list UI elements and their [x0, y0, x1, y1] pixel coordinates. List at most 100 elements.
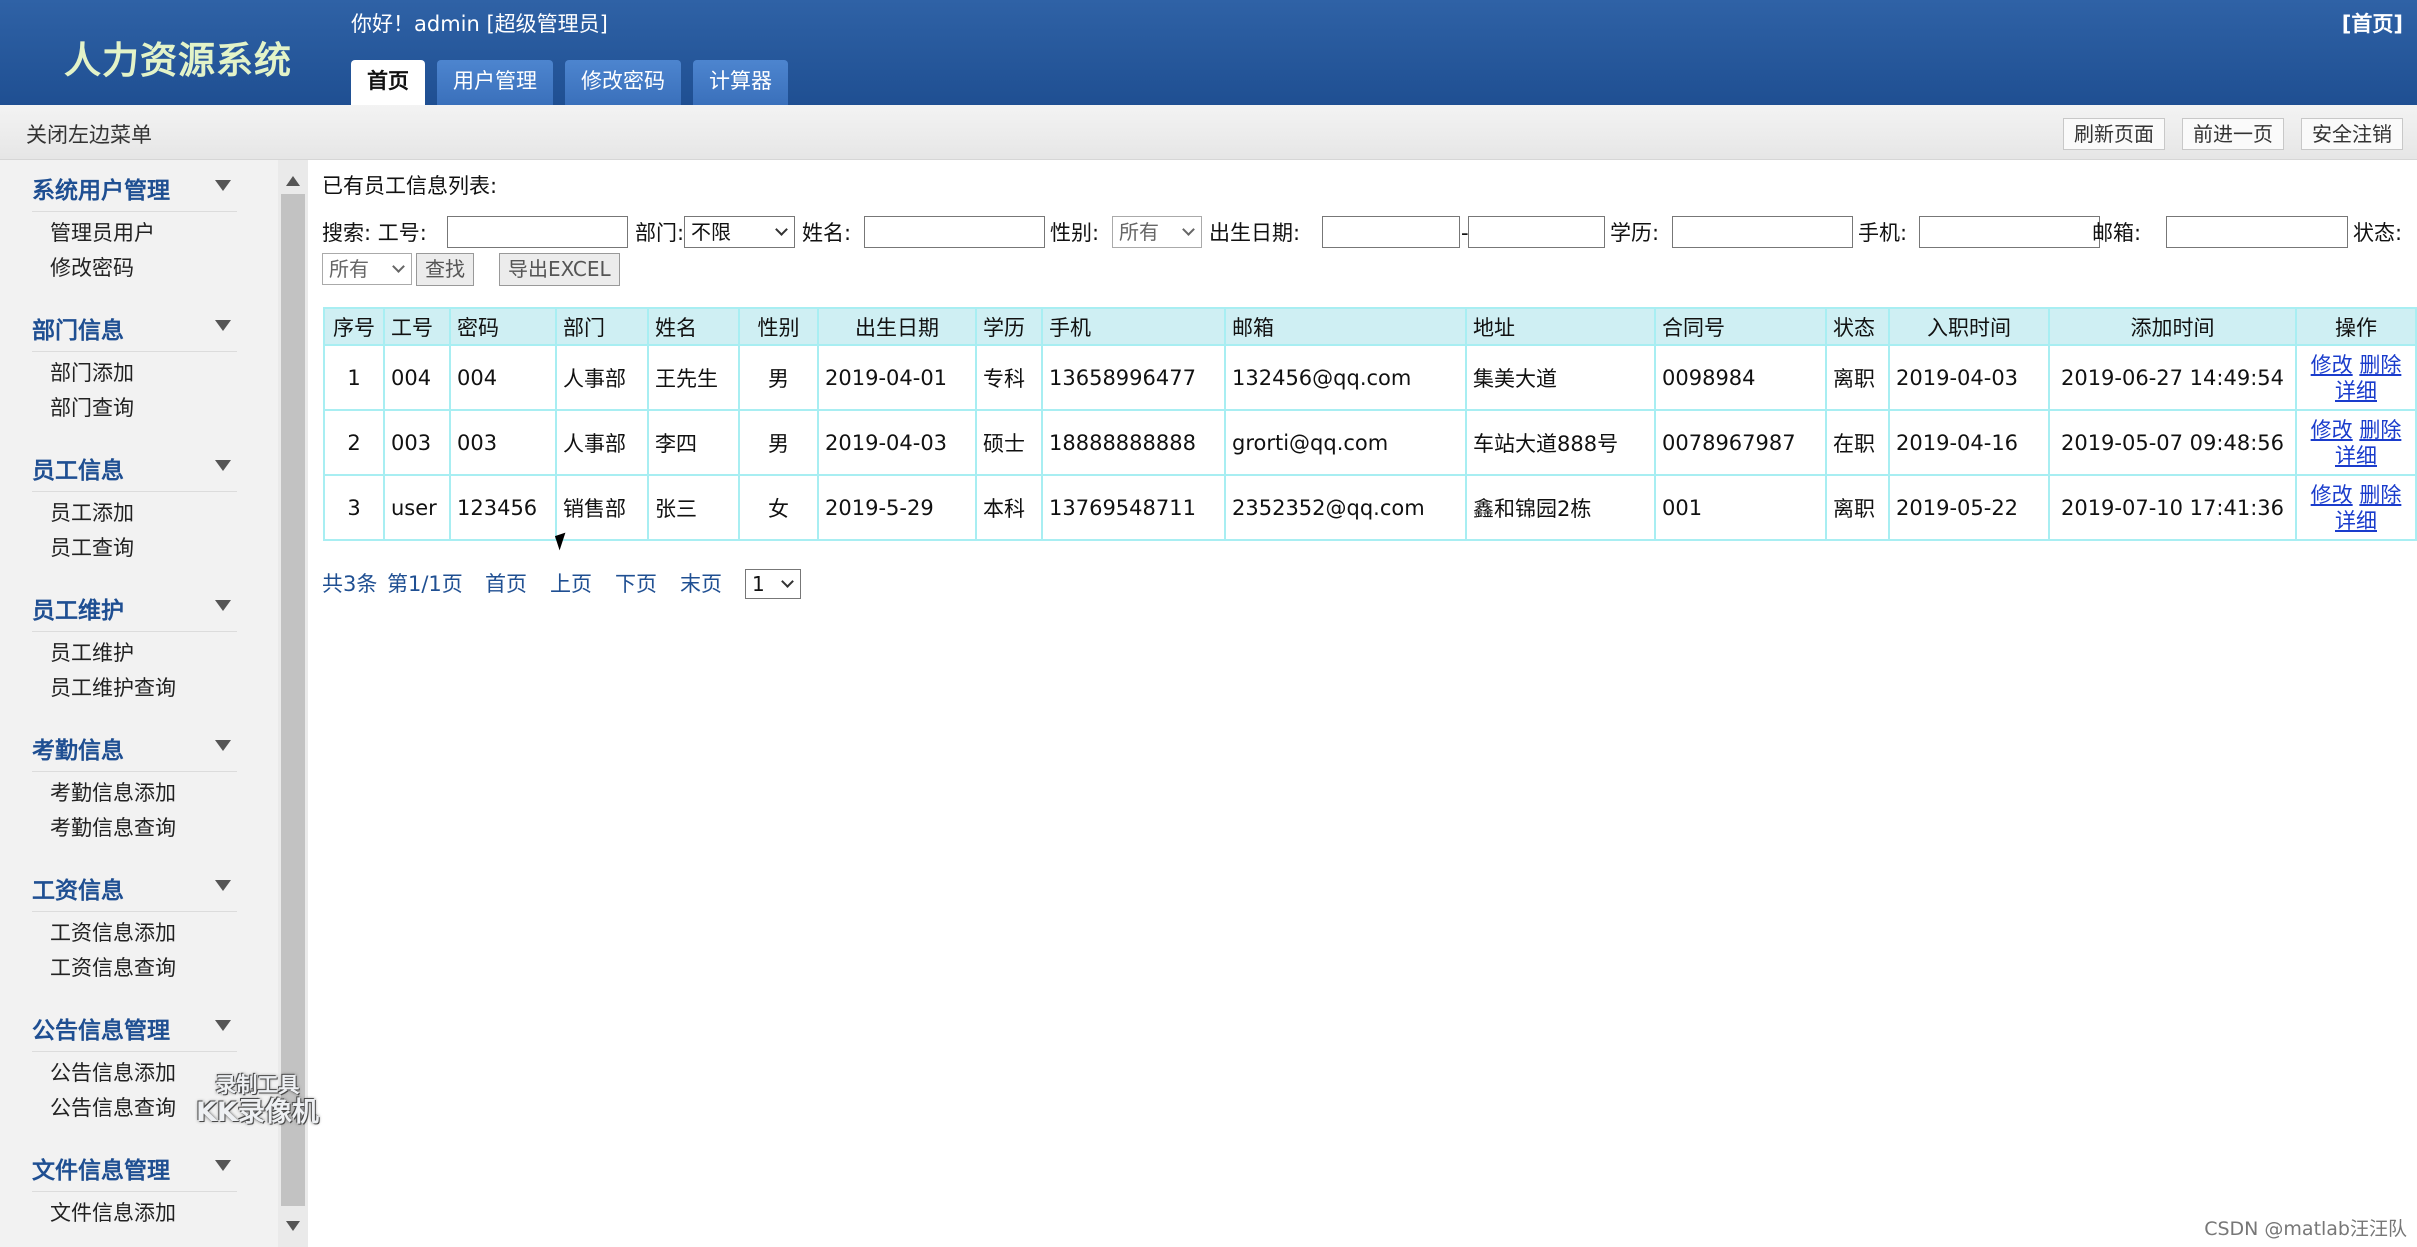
gender-label: 性别:	[1050, 221, 1100, 245]
sidebar-item-maintenance[interactable]: 员工维护	[0, 636, 278, 671]
menu-group-header[interactable]: 工资信息	[0, 860, 278, 916]
chevron-down-icon	[392, 260, 405, 273]
sidebar-item-department-add[interactable]: 部门添加	[0, 356, 278, 391]
cell-password: 004	[449, 344, 557, 411]
gender-select[interactable]: 所有	[1112, 216, 1202, 248]
sub-toolbar: 关闭左边菜单 刷新页面 前进一页 安全注销	[0, 105, 2417, 160]
col-header: 入职时间	[1888, 307, 2050, 346]
dept-select[interactable]: 不限	[684, 216, 795, 248]
sidebar-item-employee-query[interactable]: 员工查询	[0, 531, 278, 566]
pager-next-link[interactable]: 下页	[615, 569, 657, 599]
search-button[interactable]: 查找	[416, 253, 474, 286]
menu-group-header[interactable]: 系统用户管理	[0, 160, 278, 216]
email-label: 邮箱:	[2092, 221, 2142, 245]
status-select-value: 所有	[329, 257, 369, 281]
forward-page-button[interactable]: 前进一页	[2182, 118, 2284, 150]
delete-link[interactable]: 删除	[2359, 483, 2401, 507]
tab-change-password[interactable]: 修改密码	[565, 60, 681, 105]
home-link[interactable]: [首页]	[2342, 8, 2403, 38]
sidebar-item-salary-add[interactable]: 工资信息添加	[0, 916, 278, 951]
tab-calculator[interactable]: 计算器	[693, 60, 788, 105]
menu-group-employee: 员工信息 员工添加 员工查询	[0, 440, 278, 580]
status-select[interactable]: 所有	[322, 253, 412, 285]
scroll-up-arrow-icon[interactable]	[286, 176, 300, 186]
cell-id: 004	[383, 344, 451, 411]
export-excel-button[interactable]: 导出EXCEL	[499, 253, 620, 286]
birth-date-start-input[interactable]	[1322, 216, 1460, 248]
cell-id: 003	[383, 409, 451, 476]
menu-group-header[interactable]: 考勤信息	[0, 720, 278, 776]
nav-tabs: 首页 用户管理 修改密码 计算器	[351, 60, 788, 105]
name-label: 姓名:	[802, 221, 852, 245]
scrollbar-thumb[interactable]	[281, 194, 305, 1206]
detail-link[interactable]: 详细	[2335, 379, 2377, 403]
menu-group-header[interactable]: 公告信息管理	[0, 1000, 278, 1056]
education-input[interactable]	[1672, 216, 1853, 248]
cell-gender: 女	[738, 474, 819, 541]
pager-prev-link[interactable]: 上页	[550, 569, 592, 599]
employee-id-input[interactable]	[447, 216, 628, 248]
cell-added-time: 2019-05-07 09:48:56	[2048, 409, 2297, 476]
edit-link[interactable]: 修改	[2311, 483, 2353, 507]
cell-dept: 人事部	[555, 409, 649, 476]
sidebar-item-change-password[interactable]: 修改密码	[0, 251, 278, 286]
menu-group-attendance: 考勤信息 考勤信息添加 考勤信息查询	[0, 720, 278, 860]
tab-home[interactable]: 首页	[351, 60, 425, 105]
sidebar-item-department-query[interactable]: 部门查询	[0, 391, 278, 426]
menu-group-header[interactable]: 员工信息	[0, 440, 278, 496]
refresh-page-button[interactable]: 刷新页面	[2063, 118, 2165, 150]
col-header: 姓名	[647, 307, 740, 346]
cell-join-date: 2019-04-03	[1888, 344, 2050, 411]
col-header: 添加时间	[2048, 307, 2297, 346]
cell-added-time: 2019-07-10 17:41:36	[2048, 474, 2297, 541]
chevron-down-icon	[215, 1160, 231, 1171]
cell-added-time: 2019-06-27 14:49:54	[2048, 344, 2297, 411]
menu-group-salary: 工资信息 工资信息添加 工资信息查询	[0, 860, 278, 1000]
close-left-menu-link[interactable]: 关闭左边菜单	[26, 119, 152, 149]
cell-education: 专科	[975, 344, 1043, 411]
search-bar: 搜索: 工号: 部门: 不限 姓名: 性别: 所有 出生日期: - 学历: 手机…	[322, 216, 2412, 250]
delete-link[interactable]: 删除	[2359, 353, 2401, 377]
col-header: 密码	[449, 307, 557, 346]
menu-group-header[interactable]: 文件信息管理	[0, 1140, 278, 1196]
name-input[interactable]	[864, 216, 1045, 248]
detail-link[interactable]: 详细	[2335, 509, 2377, 533]
dept-label: 部门:	[635, 221, 685, 245]
logout-button[interactable]: 安全注销	[2301, 118, 2403, 150]
chevron-down-icon	[215, 180, 231, 191]
chevron-down-icon	[215, 460, 231, 471]
sidebar-item-attendance-add[interactable]: 考勤信息添加	[0, 776, 278, 811]
cell-address: 鑫和锦园2栋	[1465, 474, 1656, 541]
menu-group-title: 文件信息管理	[32, 1158, 170, 1184]
sidebar-item-employee-add[interactable]: 员工添加	[0, 496, 278, 531]
sidebar-item-attendance-query[interactable]: 考勤信息查询	[0, 811, 278, 846]
phone-label: 手机:	[1858, 221, 1908, 245]
sidebar-item-salary-query[interactable]: 工资信息查询	[0, 951, 278, 986]
main-content: 已有员工信息列表: 搜索: 工号: 部门: 不限 姓名: 性别: 所有 出生日期…	[310, 160, 2417, 1247]
cell-gender: 男	[738, 344, 819, 411]
cell-id: user	[383, 474, 451, 541]
delete-link[interactable]: 删除	[2359, 418, 2401, 442]
email-input[interactable]	[2166, 216, 2348, 248]
phone-input[interactable]	[1919, 216, 2100, 248]
search-employee-id-label: 搜索: 工号:	[322, 221, 427, 245]
pager-total: 共3条	[322, 572, 378, 596]
col-header: 地址	[1465, 307, 1656, 346]
watermark-line-2: KK录像机	[196, 1097, 319, 1128]
birth-date-end-input[interactable]	[1468, 216, 1605, 248]
sidebar-item-file-add[interactable]: 文件信息添加	[0, 1196, 278, 1231]
menu-group-title: 工资信息	[32, 878, 124, 904]
edit-link[interactable]: 修改	[2311, 418, 2353, 442]
sidebar-item-maintenance-query[interactable]: 员工维护查询	[0, 671, 278, 706]
sidebar-item-admin-users[interactable]: 管理员用户	[0, 216, 278, 251]
pager-last-link[interactable]: 末页	[680, 569, 722, 599]
detail-link[interactable]: 详细	[2335, 444, 2377, 468]
pager-first-link[interactable]: 首页	[485, 569, 527, 599]
tab-user-management[interactable]: 用户管理	[437, 60, 553, 105]
menu-group-header[interactable]: 部门信息	[0, 300, 278, 356]
cell-phone: 13658996477	[1041, 344, 1226, 411]
scroll-down-arrow-icon[interactable]	[286, 1221, 300, 1231]
edit-link[interactable]: 修改	[2311, 353, 2353, 377]
page-select[interactable]: 1	[745, 569, 801, 599]
menu-group-header[interactable]: 员工维护	[0, 580, 278, 636]
